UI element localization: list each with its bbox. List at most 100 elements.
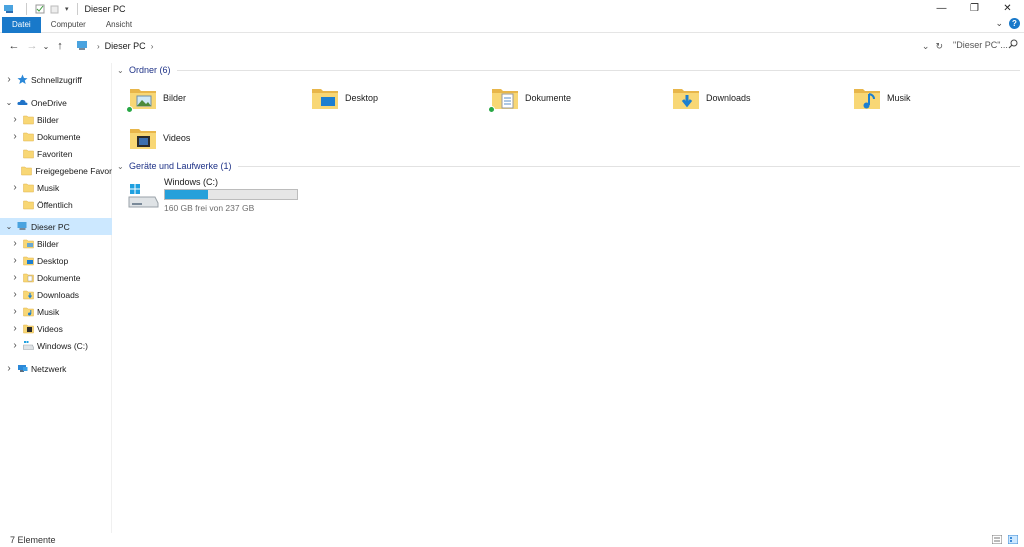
sidebar-item-favoriten[interactable]: Favoriten xyxy=(0,145,112,162)
folder-icon xyxy=(21,165,33,176)
sidebar-item-schnellzugriff[interactable]: › Schnellzugriff xyxy=(0,71,112,88)
back-button[interactable]: ← xyxy=(5,37,23,55)
up-button[interactable]: ↑ xyxy=(51,37,69,55)
collapsed-chevron-icon[interactable]: › xyxy=(10,323,20,334)
group-title: Ordner (6) xyxy=(129,65,171,75)
folder-tile-videos[interactable]: Videos xyxy=(129,120,299,156)
sidebar-item-netzwerk[interactable]: › Netzwerk xyxy=(0,360,112,377)
folder-tile-desktop[interactable]: Desktop xyxy=(311,80,481,116)
breadcrumb-chevron-icon[interactable]: › xyxy=(97,42,100,51)
tab-datei[interactable]: Datei xyxy=(2,16,41,33)
view-switcher xyxy=(992,535,1018,544)
sidebar-item-windows-c[interactable]: › Windows (C:) xyxy=(0,337,112,354)
sidebar-item-dokumente[interactable]: › Dokumente xyxy=(0,269,112,286)
folder-icon xyxy=(23,182,34,193)
sidebar-item-bilder[interactable]: › Bilder xyxy=(0,235,112,252)
navigation-bar: ← → ⌄ ↑ › Dieser PC › ⌄ ↻ "Dieser PC"... xyxy=(0,36,1024,56)
sidebar-item-dieser-pc[interactable]: ⌄ Dieser PC xyxy=(0,218,112,235)
breadcrumb-chevron-icon[interactable]: › xyxy=(151,42,154,51)
search-input[interactable]: "Dieser PC"... xyxy=(949,36,1021,54)
folder-name: Downloads xyxy=(706,93,751,103)
expanded-chevron-icon[interactable]: ⌄ xyxy=(4,98,14,107)
sidebar-item-videos[interactable]: › Videos xyxy=(0,320,112,337)
desktop-folder-icon xyxy=(23,255,34,266)
sidebar-item-musik[interactable]: › Musik xyxy=(0,179,112,196)
address-dropdown-icon[interactable]: ⌄ xyxy=(922,41,930,52)
collapsed-chevron-icon[interactable]: › xyxy=(10,114,20,125)
music-folder-icon xyxy=(853,84,881,112)
refresh-icon[interactable]: ↻ xyxy=(935,41,943,52)
sidebar-item-desktop[interactable]: › Desktop xyxy=(0,252,112,269)
divider xyxy=(176,69,1020,71)
collapsed-chevron-icon[interactable]: › xyxy=(10,238,20,249)
group-header-geraete[interactable]: ⌄ Geräte und Laufwerke (1) xyxy=(117,159,1020,173)
folder-icon xyxy=(23,199,34,210)
documents-folder-icon xyxy=(23,272,34,283)
sidebar-item-musik[interactable]: › Musik xyxy=(0,303,112,320)
address-actions: ⌄ ↻ xyxy=(922,37,943,55)
collapse-chevron-icon[interactable]: ⌄ xyxy=(117,162,127,171)
folder-tile-downloads[interactable]: Downloads xyxy=(672,80,842,116)
navigation-pane: › Schnellzugriff ⌄ OneDrive › Bilder › Dokument… xyxy=(0,63,112,533)
folder-name: Bilder xyxy=(163,93,187,103)
forward-button[interactable]: → xyxy=(23,37,41,55)
collapsed-chevron-icon[interactable]: › xyxy=(10,289,20,300)
tiles-view-icon[interactable] xyxy=(1008,535,1018,544)
explorer-icon[interactable] xyxy=(4,4,15,14)
divider xyxy=(76,2,78,15)
divider xyxy=(237,165,1020,167)
group-header-ordner[interactable]: ⌄ Ordner (6) xyxy=(117,63,1020,77)
close-button[interactable]: ✕ xyxy=(991,0,1024,17)
sidebar-item-onedrive[interactable]: ⌄ OneDrive xyxy=(0,94,112,111)
sidebar-item-label: Bilder xyxy=(37,114,59,125)
restore-button[interactable]: ❐ xyxy=(958,0,991,17)
collapse-chevron-icon[interactable]: ⌄ xyxy=(117,66,127,75)
folder-tile-dokumente[interactable]: Dokumente xyxy=(488,80,661,116)
sidebar-item-downloads[interactable]: › Downloads xyxy=(0,286,112,303)
sidebar-item-label: Öffentlich xyxy=(37,199,73,210)
ribbon-controls: ⌄ ? xyxy=(995,18,1020,29)
sidebar-item-label: Dieser PC xyxy=(31,221,70,232)
sidebar-item-bilder[interactable]: › Bilder xyxy=(0,111,112,128)
folder-tile-musik[interactable]: Musik xyxy=(853,80,1023,116)
minimize-button[interactable]: — xyxy=(925,0,958,17)
new-folder-icon[interactable] xyxy=(50,4,60,14)
search-icon[interactable] xyxy=(1008,39,1018,49)
sidebar-item-label: Favoriten xyxy=(37,148,73,159)
recent-locations-button[interactable]: ⌄ xyxy=(41,37,51,55)
pictures-folder-icon xyxy=(23,238,34,249)
sidebar-item-label: Desktop xyxy=(37,255,69,266)
collapsed-chevron-icon[interactable]: › xyxy=(4,74,14,85)
sidebar-item-label: Dokumente xyxy=(37,131,81,142)
computer-icon xyxy=(17,221,28,232)
collapsed-chevron-icon[interactable]: › xyxy=(10,182,20,193)
collapsed-chevron-icon[interactable]: › xyxy=(10,272,20,283)
tab-ansicht[interactable]: Ansicht xyxy=(96,17,142,33)
quick-access-toolbar: ▾ xyxy=(23,2,81,15)
drive-tile-windows-c[interactable]: Windows (C:) 160 GB frei von 237 GB xyxy=(127,175,317,215)
expanded-chevron-icon[interactable]: ⌄ xyxy=(4,222,14,231)
collapsed-chevron-icon[interactable]: › xyxy=(4,363,14,374)
sidebar-item-freigegebene-favor[interactable]: Freigegebene Favor xyxy=(0,162,112,179)
drive-usage-bar xyxy=(164,189,298,200)
help-icon[interactable]: ? xyxy=(1009,18,1020,29)
breadcrumb-dieser-pc[interactable]: Dieser PC xyxy=(105,41,146,51)
sidebar-item-label: Videos xyxy=(37,323,63,334)
sidebar-item-dokumente[interactable]: › Dokumente xyxy=(0,128,112,145)
expand-ribbon-chevron-icon[interactable]: ⌄ xyxy=(995,18,1003,29)
folder-tile-bilder[interactable]: Bilder xyxy=(126,80,299,116)
collapsed-chevron-icon[interactable]: › xyxy=(10,255,20,266)
downloads-folder-icon xyxy=(23,289,34,300)
collapsed-chevron-icon[interactable]: › xyxy=(10,306,20,317)
details-view-icon[interactable] xyxy=(992,535,1002,544)
folder-name: Musik xyxy=(887,93,911,103)
collapsed-chevron-icon[interactable]: › xyxy=(10,131,20,142)
sync-status-icon xyxy=(488,106,495,113)
folder-name: Dokumente xyxy=(525,93,572,103)
address-bar[interactable]: › Dieser PC › ⌄ ↻ xyxy=(76,37,945,55)
tab-computer[interactable]: Computer xyxy=(41,17,96,33)
collapsed-chevron-icon[interactable]: › xyxy=(10,340,20,351)
sidebar-item-öffentlich[interactable]: Öffentlich xyxy=(0,196,112,213)
properties-icon[interactable] xyxy=(35,4,45,14)
customize-qat-chevron-icon[interactable]: ▾ xyxy=(65,5,69,13)
